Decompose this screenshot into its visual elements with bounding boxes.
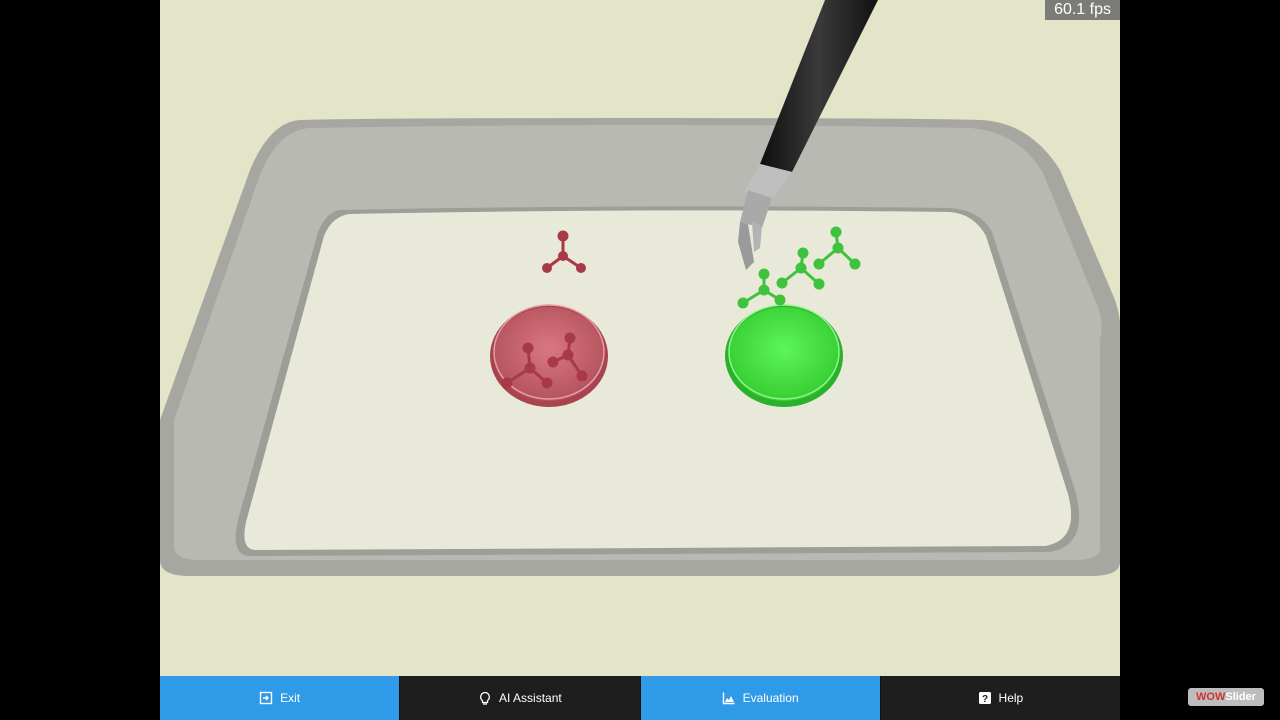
ai-assistant-button[interactable]: AI Assistant xyxy=(400,676,641,720)
tray-floor xyxy=(244,210,1072,550)
fps-counter: 60.1 fps xyxy=(1045,0,1120,20)
help-icon: ? xyxy=(978,692,991,705)
watermark-part1: WOW xyxy=(1196,691,1226,703)
simulation-viewport[interactable]: 60.1 fps xyxy=(160,0,1120,676)
svg-text:?: ? xyxy=(981,694,987,705)
watermark-part2: Slider xyxy=(1225,691,1256,703)
help-button-label: Help xyxy=(998,691,1024,705)
exit-icon xyxy=(259,691,273,705)
simulation-scene xyxy=(160,0,1120,576)
bottom-toolbar: Exit AI Assistant Evaluation ? Help xyxy=(160,676,1120,720)
lightbulb-icon xyxy=(480,691,490,705)
wowslider-watermark: WOW Slider xyxy=(1188,688,1264,706)
green-target-dish xyxy=(725,304,843,407)
red-target-dish xyxy=(490,304,608,407)
help-button[interactable]: ? Help xyxy=(880,676,1120,720)
exit-button-label: Exit xyxy=(280,691,301,705)
ai-assistant-button-label: AI Assistant xyxy=(499,691,562,705)
evaluation-button[interactable]: Evaluation xyxy=(640,676,881,720)
evaluation-button-label: Evaluation xyxy=(742,691,799,705)
exit-button[interactable]: Exit xyxy=(160,676,401,720)
chart-icon xyxy=(722,692,735,705)
